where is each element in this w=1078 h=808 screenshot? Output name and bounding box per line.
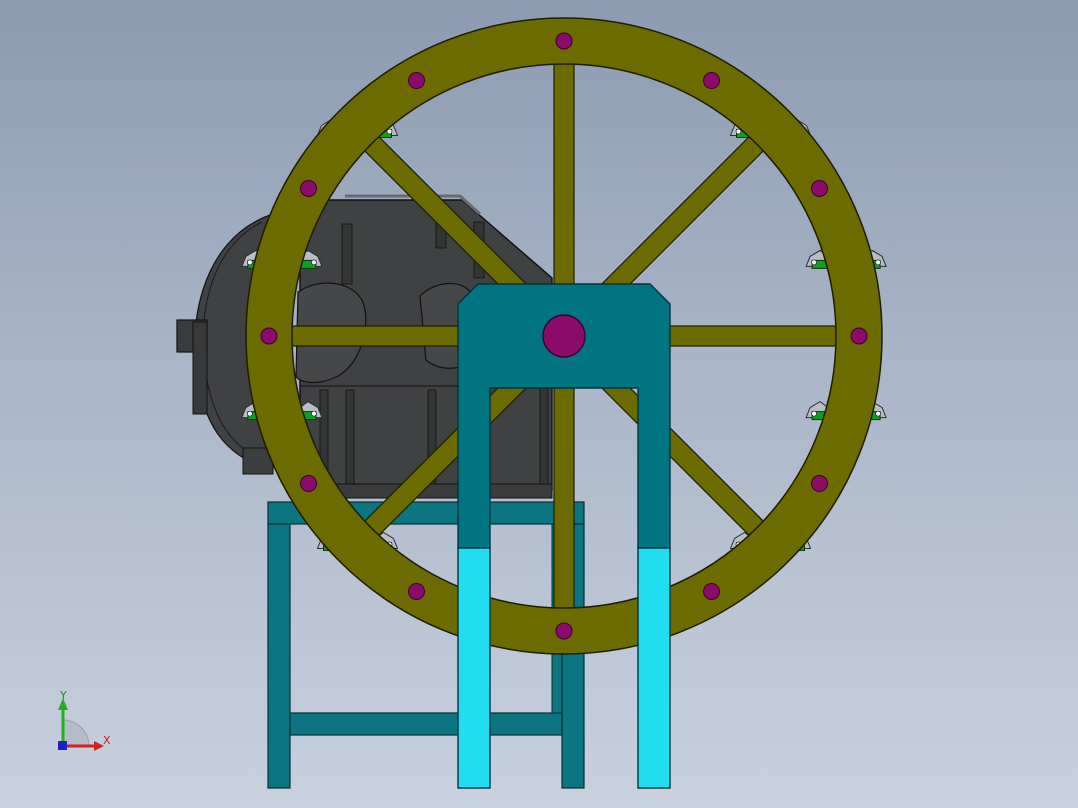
bucket-bolt-hole [875,259,881,266]
gearbox-rib-1 [341,223,353,285]
rim-bolt [555,622,573,640]
coordinate-triad: Y X [58,689,111,751]
triad-y-label: Y [59,689,67,702]
motor-flange [192,321,208,415]
bucket-bolt-hole [811,259,817,266]
bucket-bolt-hole [811,410,817,417]
bucket-bolt-hole [246,259,253,266]
rim-bolt [703,72,720,90]
rim-bolt [555,32,573,50]
gearbox-rib-5 [345,389,355,487]
cad-viewport[interactable]: Y X [0,0,1078,808]
support-leg-right-lower [637,547,671,789]
rim-bolt [260,327,278,345]
bucket-bolt-hole [875,410,881,417]
base-frame-left-leg [267,523,291,789]
rim-bolt [408,582,425,600]
rim-bolt [810,180,828,197]
triad-origin [58,741,67,750]
cad-model-view[interactable]: Y X [0,0,1078,808]
rim-bolt [300,475,318,492]
base-frame-cross-beam [289,712,563,736]
hub-bearing [542,314,586,358]
triad-x-label: X [103,734,111,747]
rim-bolt [300,180,318,197]
rim-bolt [408,72,425,90]
support-leg-left-lower [457,547,491,789]
rim-bolt [810,475,828,492]
bucket-bolt-hole [310,410,317,417]
rim-bolt [850,327,868,345]
bucket-bolt-hole [246,410,253,417]
rim-bolt [703,582,720,600]
bucket-bolt-hole [310,259,317,266]
